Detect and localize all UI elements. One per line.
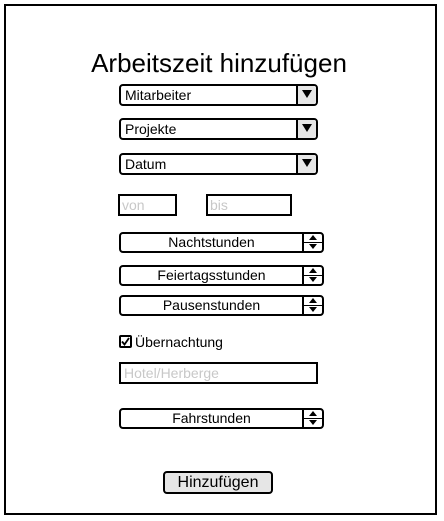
- employee-select-value: Mitarbeiter: [125, 87, 192, 103]
- hotel-input[interactable]: Hotel/Herberge: [119, 362, 318, 384]
- checkmark-icon: [121, 337, 130, 346]
- to-time-input[interactable]: bis: [206, 194, 292, 216]
- project-select-value: Projekte: [125, 121, 177, 137]
- caret-up-icon: [309, 298, 317, 303]
- employee-select-toggle[interactable]: [296, 86, 316, 104]
- travel-hours-stepper[interactable]: Fahrstunden: [119, 408, 324, 429]
- caret-up-icon: [309, 235, 317, 240]
- break-hours-stepper[interactable]: Pausenstunden: [119, 295, 324, 316]
- caret-up-icon: [309, 268, 317, 273]
- add-button[interactable]: Hinzufügen: [163, 471, 273, 494]
- date-select-toggle[interactable]: [296, 155, 316, 173]
- caret-up-icon: [309, 411, 317, 416]
- night-hours-decrement[interactable]: [304, 243, 322, 251]
- night-hours-spin: [302, 234, 322, 251]
- from-time-input[interactable]: von: [118, 194, 177, 216]
- holiday-hours-stepper[interactable]: Feiertagsstunden: [119, 265, 324, 286]
- form-frame: [4, 4, 437, 515]
- overnight-checkbox-label: Übernachtung: [135, 334, 223, 350]
- caret-down-icon: [309, 420, 317, 425]
- chevron-down-icon: [302, 159, 312, 167]
- date-select-value: Datum: [125, 156, 167, 172]
- break-hours-decrement[interactable]: [304, 306, 322, 314]
- caret-down-icon: [309, 244, 317, 249]
- travel-hours-spin: [302, 410, 322, 427]
- travel-hours-increment[interactable]: [304, 410, 322, 419]
- caret-down-icon: [309, 277, 317, 282]
- employee-select[interactable]: Mitarbeiter: [119, 84, 318, 106]
- caret-down-icon: [309, 307, 317, 312]
- travel-hours-decrement[interactable]: [304, 419, 322, 427]
- travel-hours-label: Fahrstunden: [172, 410, 251, 426]
- project-select[interactable]: Projekte: [119, 118, 318, 140]
- holiday-hours-decrement[interactable]: [304, 276, 322, 284]
- break-hours-increment[interactable]: [304, 297, 322, 306]
- chevron-down-icon: [302, 90, 312, 98]
- break-hours-label: Pausenstunden: [162, 297, 261, 313]
- chevron-down-icon: [302, 124, 312, 132]
- holiday-hours-label: Feiertagsstunden: [157, 267, 266, 283]
- holiday-hours-spin: [302, 267, 322, 284]
- project-select-toggle[interactable]: [296, 120, 316, 138]
- date-select[interactable]: Datum: [119, 153, 318, 175]
- night-hours-stepper[interactable]: Nachtstunden: [119, 232, 324, 253]
- break-hours-spin: [302, 297, 322, 314]
- holiday-hours-increment[interactable]: [304, 267, 322, 276]
- overnight-checkbox[interactable]: [119, 335, 132, 348]
- night-hours-increment[interactable]: [304, 234, 322, 243]
- night-hours-label: Nachtstunden: [168, 234, 255, 250]
- page-title: Arbeitszeit hinzufügen: [91, 48, 347, 78]
